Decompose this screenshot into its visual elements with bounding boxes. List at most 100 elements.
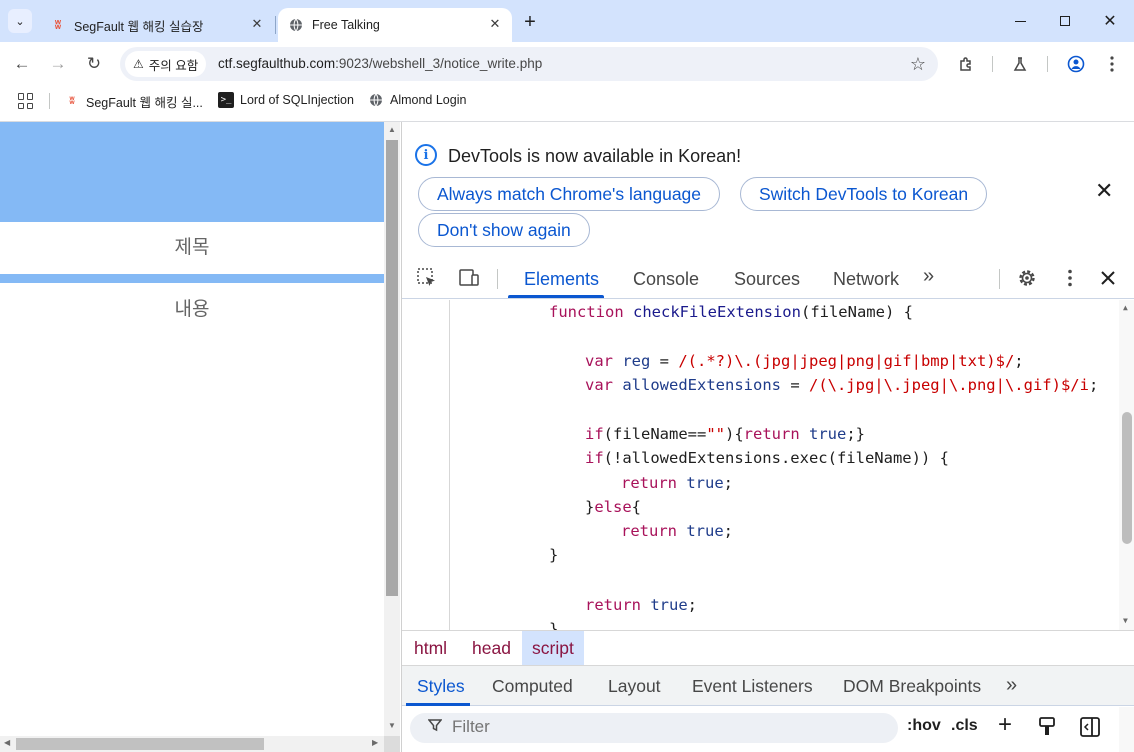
labs-flask-icon[interactable] <box>1008 52 1032 76</box>
maximize-button[interactable] <box>1045 6 1085 36</box>
bookmarks-separator <box>49 93 50 109</box>
new-style-rule-button[interactable]: + <box>998 711 1012 739</box>
device-toolbar-icon[interactable] <box>456 265 482 291</box>
maximize-icon <box>1060 16 1070 26</box>
bookmarks-bar: ʬ SegFault 웹 해킹 실... >_ Lord of SQLInjec… <box>0 86 1134 116</box>
code-line: if(!allowedExtensions.exec(fileName)) { <box>585 449 949 467</box>
chrome-menu-icon[interactable] <box>1100 52 1124 76</box>
profile-avatar-icon[interactable] <box>1064 52 1088 76</box>
more-subtabs-icon[interactable]: » <box>1006 674 1017 697</box>
cls-toggle-button[interactable]: .cls <box>951 717 978 735</box>
page-horizontal-scrollbar[interactable]: ◀ ▶ <box>0 736 384 752</box>
rendering-emulation-icon[interactable] <box>1038 717 1056 742</box>
forward-button[interactable]: → <box>46 52 70 76</box>
devtools-close-icon[interactable] <box>1095 265 1121 291</box>
url-host: ctf.segfaulthub.com <box>218 56 336 71</box>
tab-separator <box>275 16 276 34</box>
bookmark-star-icon[interactable]: ☆ <box>910 53 926 75</box>
code-line: var allowedExtensions = /(\.jpg|\.jpeg|\… <box>585 376 1099 394</box>
code-line: return true; <box>621 474 734 492</box>
chevron-down-icon: ⌄ <box>15 15 25 28</box>
tab-free-talking[interactable]: Free Talking ✕ <box>278 8 512 42</box>
apps-grid-icon[interactable] <box>18 93 34 109</box>
back-button[interactable]: ← <box>10 52 34 76</box>
breadcrumb-html[interactable]: html <box>404 631 457 665</box>
close-tab-icon[interactable]: ✕ <box>486 15 504 33</box>
scroll-up-arrow-icon[interactable]: ▲ <box>1123 303 1128 312</box>
minimize-button[interactable] <box>1000 6 1040 36</box>
breadcrumb-head[interactable]: head <box>462 631 521 665</box>
scroll-down-arrow-icon[interactable]: ▼ <box>388 721 396 730</box>
tab-network[interactable]: Network <box>833 269 899 290</box>
tab-search-button[interactable]: ⌄ <box>8 9 32 33</box>
extensions-icon[interactable] <box>954 52 978 76</box>
devtools-panel: i DevTools is now available in Korean! A… <box>401 122 1134 752</box>
tab-dom-breakpoints[interactable]: DOM Breakpoints <box>843 676 981 697</box>
more-tabs-icon[interactable]: » <box>923 265 934 288</box>
language-infobar: i DevTools is now available in Korean! A… <box>402 122 1134 257</box>
browser-toolbar: ← → ↻ ⚠ 주의 요함 ctf.segfaulthub.com:9023/w… <box>0 42 1134 86</box>
devtools-separator <box>999 269 1000 289</box>
page-viewport: 제목 내용 ▲ ▼ ◀ ▶ <box>0 122 400 752</box>
styles-scrollbar[interactable] <box>1119 707 1134 752</box>
tab-event-listeners[interactable]: Event Listeners <box>692 676 813 697</box>
code-line: }else{ <box>585 498 642 516</box>
bookmark-lord-of-sqli[interactable]: >_ Lord of SQLInjection <box>218 92 354 108</box>
security-chip-label: 주의 요함 <box>148 58 199 73</box>
security-chip[interactable]: ⚠ 주의 요함 <box>125 51 207 77</box>
bookmark-segfault[interactable]: ʬ SegFault 웹 해킹 실... <box>64 92 203 111</box>
styles-filter-input[interactable] <box>452 717 872 737</box>
code-line: if(fileName==""){return true;} <box>585 425 866 443</box>
reload-button[interactable]: ↻ <box>82 52 106 76</box>
new-tab-button[interactable]: + <box>518 10 542 34</box>
globe-icon <box>368 92 384 108</box>
infobar-close-icon[interactable]: ✕ <box>1095 178 1113 204</box>
bookmark-label: SegFault 웹 해킹 실... <box>86 96 203 110</box>
styles-filter-row: :hov .cls + <box>402 707 1134 752</box>
code-line: var reg = /(.*?)\.(jpg|jpeg|png|gif|bmp|… <box>585 352 1024 370</box>
tab-computed[interactable]: Computed <box>492 676 573 697</box>
scrollbar-thumb[interactable] <box>386 140 398 596</box>
hov-toggle-button[interactable]: :hov <box>907 717 941 735</box>
inspect-element-icon[interactable] <box>414 265 440 291</box>
title-field-label: 제목 <box>174 237 210 258</box>
bookmark-almond-login[interactable]: Almond Login <box>368 92 466 108</box>
dont-show-again-button[interactable]: Don't show again <box>418 213 590 247</box>
page-vertical-scrollbar[interactable]: ▲ ▼ <box>384 122 400 738</box>
code-scrollbar[interactable]: ▲ ▼ <box>1119 300 1134 630</box>
toolbar-separator <box>992 56 993 72</box>
address-bar[interactable]: ⚠ 주의 요함 ctf.segfaulthub.com:9023/webshel… <box>120 47 938 81</box>
close-tab-icon[interactable]: ✕ <box>248 15 266 33</box>
tab-elements[interactable]: Elements <box>524 269 599 290</box>
always-match-language-button[interactable]: Always match Chrome's language <box>418 177 721 211</box>
devtools-tab-bar: Elements Console Sources Network » <box>402 257 1134 299</box>
tab-sources[interactable]: Sources <box>734 269 800 290</box>
breadcrumb-script[interactable]: script <box>522 631 584 665</box>
scrollbar-thumb[interactable] <box>1122 412 1132 544</box>
scroll-left-arrow-icon[interactable]: ◀ <box>4 738 10 747</box>
url-path: :9023/webshell_3/notice_write.php <box>335 56 543 71</box>
tab-styles[interactable]: Styles <box>417 676 465 697</box>
devtools-menu-icon[interactable] <box>1057 265 1083 291</box>
code-line: function checkFileExtension(fileName) { <box>549 303 913 321</box>
tab-title: Free Talking <box>312 18 380 32</box>
filter-funnel-icon <box>427 718 443 736</box>
elements-code-pane[interactable]: function checkFileExtension(fileName) { … <box>402 300 1134 630</box>
scroll-up-arrow-icon[interactable]: ▲ <box>388 125 396 134</box>
tab-console[interactable]: Console <box>633 269 699 290</box>
segfault-icon: ʬ <box>69 96 75 107</box>
page-header-banner <box>0 122 384 222</box>
window-close-button[interactable]: ✕ <box>1090 6 1130 36</box>
scrollbar-thumb[interactable] <box>16 738 264 750</box>
settings-gear-icon[interactable] <box>1014 265 1040 291</box>
scroll-right-arrow-icon[interactable]: ▶ <box>372 738 378 747</box>
toolbar-separator <box>1047 56 1048 72</box>
switch-to-korean-button[interactable]: Switch DevTools to Korean <box>740 177 988 211</box>
filter-box[interactable] <box>410 713 898 743</box>
url-text[interactable]: ctf.segfaulthub.com:9023/webshell_3/noti… <box>218 56 542 71</box>
scroll-down-arrow-icon[interactable]: ▼ <box>1123 616 1128 625</box>
toggle-sidebar-icon[interactable] <box>1080 717 1100 742</box>
tab-layout[interactable]: Layout <box>608 676 661 697</box>
terminal-icon: >_ <box>218 92 234 108</box>
tab-segfault[interactable]: ʬ SegFault 웹 해킹 실습장 ✕ <box>40 8 274 42</box>
